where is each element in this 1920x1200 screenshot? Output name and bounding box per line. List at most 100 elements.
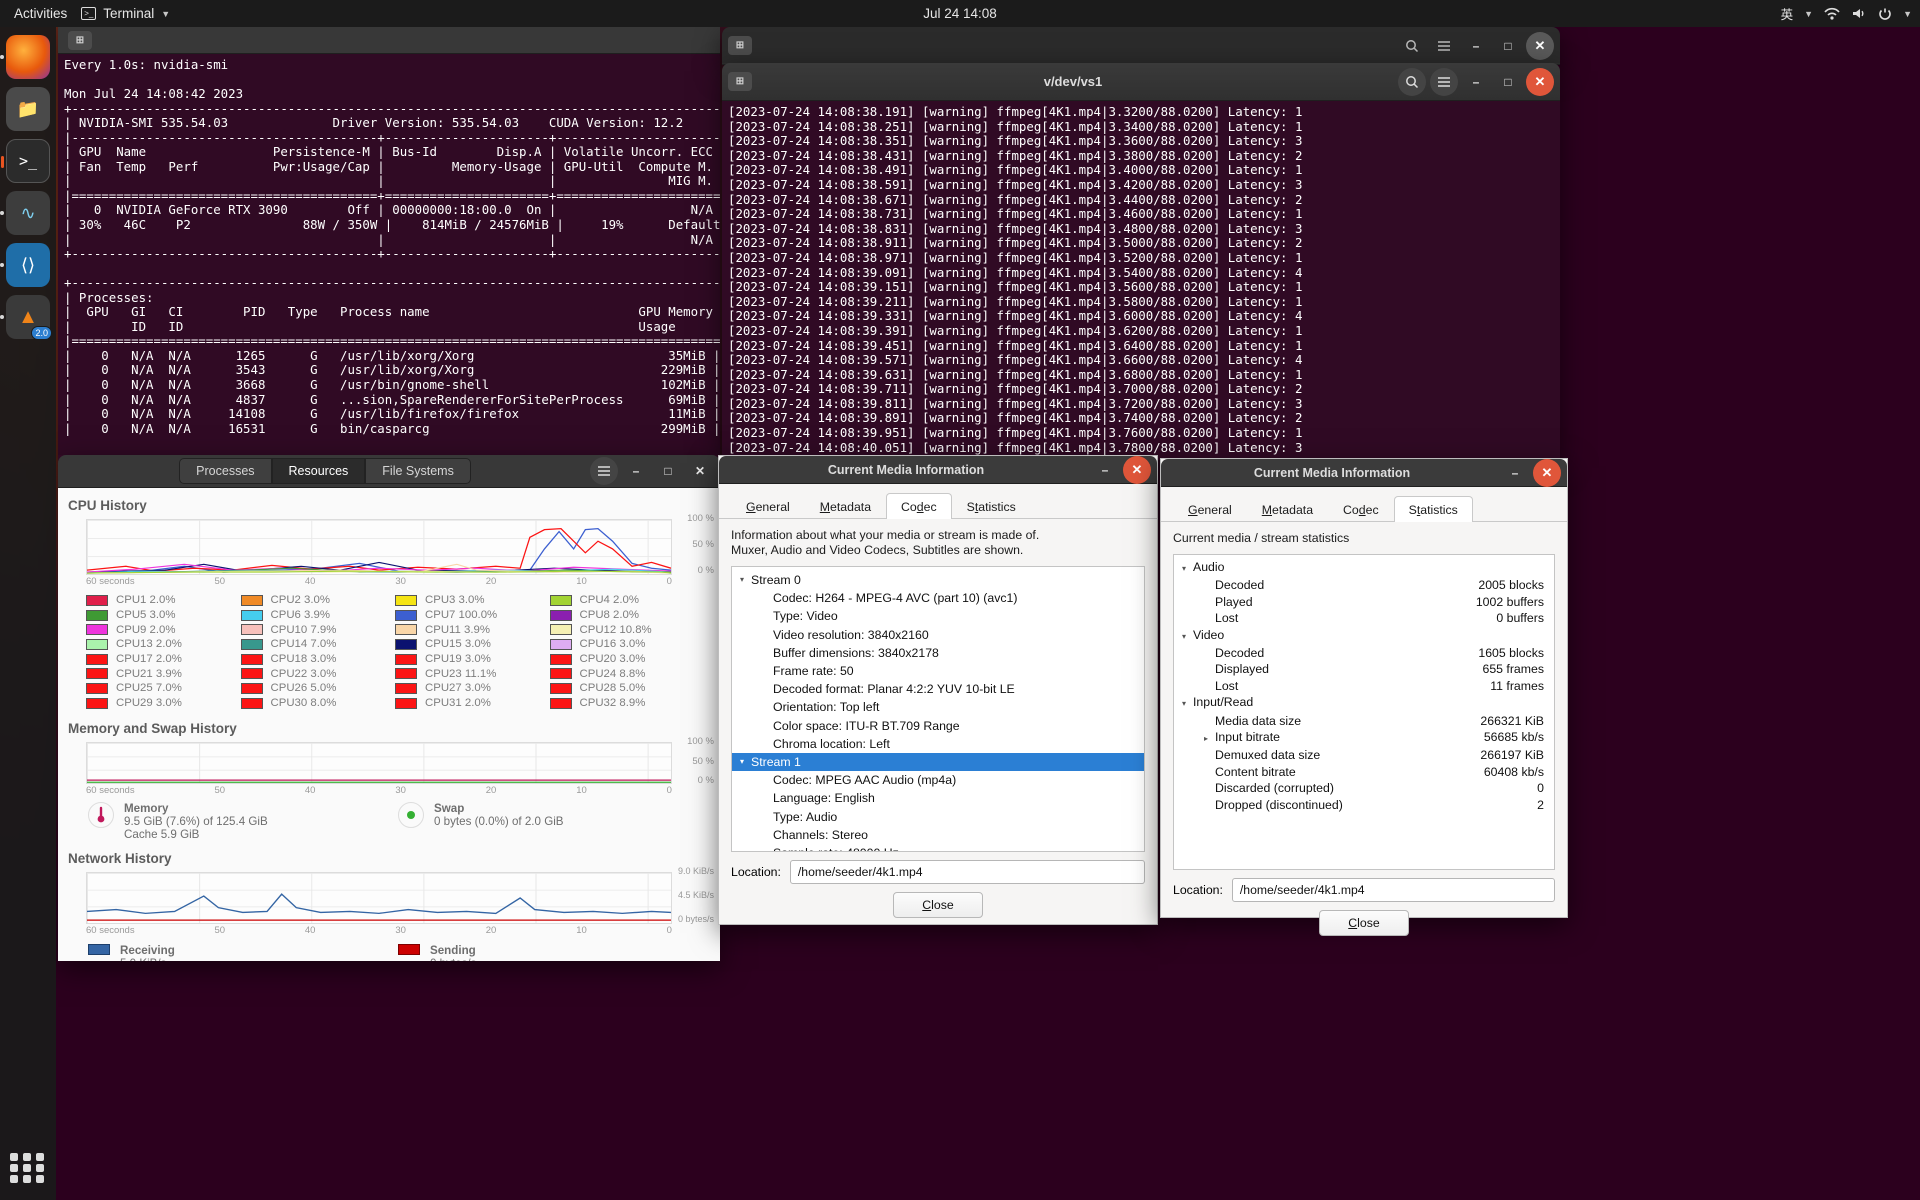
tab-codec[interactable]: Codec (886, 493, 952, 519)
close-button-codec[interactable]: Close (893, 892, 983, 918)
statistics-row[interactable]: Content bitrate 60408 kb/s (1174, 764, 1554, 780)
close-button[interactable]: ✕ (686, 457, 714, 485)
terminal-window-nvidia-smi[interactable]: ⊞ Every 1.0s: nvidia-smi Mon Jul 24 14:0… (58, 27, 720, 461)
tab-statistics[interactable]: Statistics (1393, 496, 1473, 522)
media-information-dialog-statistics[interactable]: Current Media Information – ✕ General Me… (1160, 458, 1568, 936)
dialog-tabs[interactable]: General Metadata Codec Statistics (1161, 487, 1567, 522)
menu-icon[interactable] (590, 457, 618, 485)
expander-icon[interactable]: ▾ (1182, 696, 1193, 712)
terminal-window-background[interactable]: ⊞ – □ ✕ (722, 27, 1560, 65)
statistics-row[interactable]: Decoded 1605 blocks (1174, 645, 1554, 661)
tab-general[interactable]: General (1173, 496, 1247, 522)
network-icon[interactable] (1824, 7, 1840, 20)
location-input[interactable]: /home/seeder/4k1.mp4 (1231, 878, 1555, 902)
dock-item-firefox[interactable] (0, 35, 50, 79)
maximize-button[interactable]: □ (1494, 68, 1522, 96)
menu-icon[interactable] (1430, 67, 1458, 96)
minimize-button[interactable]: – (622, 457, 650, 485)
tab-metadata[interactable]: Metadata (805, 493, 886, 519)
minimize-button[interactable]: – (1091, 456, 1119, 484)
minimize-button[interactable]: – (1462, 68, 1490, 96)
statistics-tree[interactable]: ▾ Audio Decoded 2005 blocks Played 1002 buffe… (1173, 554, 1555, 870)
statistics-row[interactable]: Demuxed data size 266197 KiB (1174, 747, 1554, 763)
codec-tree-row[interactable]: Language: English (732, 789, 1144, 807)
codec-tree-row[interactable]: Frame rate: 50 (732, 662, 1144, 680)
clock[interactable]: Jul 24 14:08 (923, 6, 997, 21)
tab-processes[interactable]: Processes (179, 458, 272, 484)
close-button-statistics[interactable]: Close (1319, 910, 1409, 936)
statistics-row[interactable]: ▾ Audio (1174, 559, 1554, 577)
maximize-button[interactable]: □ (1494, 32, 1522, 60)
tab-general[interactable]: General (731, 493, 805, 519)
expander-icon[interactable]: ▸ (1204, 731, 1215, 747)
dock-item-vscode[interactable]: ⟨⟩ (0, 243, 50, 287)
maximize-button[interactable]: □ (654, 457, 682, 485)
titlebar[interactable]: Processes Resources File Systems – □ ✕ (58, 455, 720, 488)
system-monitor-window[interactable]: Processes Resources File Systems – □ ✕ C… (58, 455, 720, 961)
statistics-row[interactable]: Played 1002 buffers (1174, 594, 1554, 610)
titlebar[interactable]: ⊞ v/dev/vs1 – □ ✕ (722, 63, 1560, 101)
statistics-row[interactable]: Lost 11 frames (1174, 678, 1554, 694)
statistics-row[interactable]: Lost 0 buffers (1174, 610, 1554, 626)
tab-file-systems[interactable]: File Systems (365, 458, 471, 484)
titlebar[interactable]: ⊞ (58, 27, 720, 54)
expander-icon[interactable]: ▾ (1182, 629, 1193, 645)
minimize-button[interactable]: – (1501, 459, 1529, 487)
codec-tree-row[interactable]: Codec: MPEG AAC Audio (mp4a) (732, 771, 1144, 789)
dock-item-vlc[interactable]: ▲ 2.0 (0, 295, 52, 340)
dock-item-system-monitor[interactable]: ∿ (0, 191, 50, 235)
statistics-row[interactable]: ▸ Input bitrate 56685 kb/s (1174, 729, 1554, 747)
search-icon[interactable] (1398, 32, 1426, 60)
media-information-dialog-codec[interactable]: Current Media Information – ✕ General Me… (718, 455, 1158, 925)
expander-icon[interactable]: ▾ (740, 572, 751, 588)
codec-tree-row[interactable]: Channels: Stereo (732, 826, 1144, 844)
statistics-row[interactable]: ▾ Input/Read (1174, 694, 1554, 712)
close-button[interactable]: ✕ (1123, 455, 1151, 484)
statistics-row[interactable]: ▾ Video (1174, 627, 1554, 645)
tab-resources[interactable]: Resources (271, 458, 366, 484)
codec-tree-row[interactable]: Type: Video (732, 607, 1144, 625)
expander-icon[interactable]: ▾ (1182, 561, 1193, 577)
codec-tree-row[interactable]: ▾ Stream 1 (732, 753, 1144, 772)
titlebar[interactable]: Current Media Information – ✕ (1161, 458, 1567, 487)
close-button[interactable]: ✕ (1533, 458, 1561, 487)
new-tab-icon[interactable]: ⊞ (728, 72, 752, 91)
activities-button[interactable]: Activities (0, 6, 81, 21)
codec-stream-tree[interactable]: ▾ Stream 0 Codec: H264 - MPEG-4 AVC (part … (731, 566, 1145, 852)
codec-tree-row[interactable]: Color space: ITU-R BT.709 Range (732, 717, 1144, 735)
minimize-button[interactable]: – (1462, 32, 1490, 60)
location-input[interactable]: /home/seeder/4k1.mp4 (789, 860, 1145, 884)
volume-icon[interactable] (1851, 7, 1867, 20)
tab-codec[interactable]: Codec (1328, 496, 1394, 522)
tab-statistics[interactable]: Statistics (952, 493, 1031, 519)
menu-icon[interactable] (1430, 32, 1458, 60)
statistics-row[interactable]: Displayed 655 frames (1174, 661, 1554, 677)
codec-tree-row[interactable]: Chroma location: Left (732, 735, 1144, 753)
search-icon[interactable] (1398, 67, 1426, 96)
system-tray[interactable]: 英 ▼ ▼ (1781, 4, 1912, 23)
dock-item-terminal[interactable]: >_ (1, 139, 50, 183)
codec-tree-row[interactable]: Buffer dimensions: 3840x2178 (732, 644, 1144, 662)
app-menu-button[interactable]: >_ Terminal ▼ (81, 6, 170, 21)
statistics-row[interactable]: Discarded (corrupted) 0 (1174, 780, 1554, 796)
terminal-window-vs1[interactable]: ⊞ v/dev/vs1 – □ ✕ [2023-07-24 14:08:38.1… (722, 63, 1560, 460)
chevron-down-icon[interactable]: ▼ (1903, 9, 1912, 19)
expander-icon[interactable]: ▾ (740, 754, 751, 770)
codec-tree-row[interactable]: Sample rate: 48000 Hz (732, 844, 1144, 851)
new-tab-icon[interactable]: ⊞ (728, 36, 752, 55)
titlebar[interactable]: ⊞ – □ ✕ (722, 27, 1560, 65)
statistics-row[interactable]: Dropped (discontinued) 2 (1174, 797, 1554, 813)
statistics-row[interactable]: Decoded 2005 blocks (1174, 577, 1554, 593)
tab-metadata[interactable]: Metadata (1247, 496, 1328, 522)
dialog-tabs[interactable]: General Metadata Codec Statistics (719, 484, 1157, 519)
codec-tree-row[interactable]: Type: Audio (732, 808, 1144, 826)
power-icon[interactable] (1878, 7, 1892, 20)
codec-tree-row[interactable]: Video resolution: 3840x2160 (732, 626, 1144, 644)
dock-item-files[interactable]: 📁 (6, 87, 50, 131)
statistics-row[interactable]: Media data size 266321 KiB (1174, 713, 1554, 729)
titlebar[interactable]: Current Media Information – ✕ (719, 455, 1157, 484)
codec-tree-row[interactable]: Orientation: Top left (732, 698, 1144, 716)
show-applications-button[interactable] (10, 1150, 46, 1186)
new-tab-icon[interactable]: ⊞ (68, 30, 92, 50)
codec-tree-row[interactable]: Codec: H264 - MPEG-4 AVC (part 10) (avc1… (732, 589, 1144, 607)
